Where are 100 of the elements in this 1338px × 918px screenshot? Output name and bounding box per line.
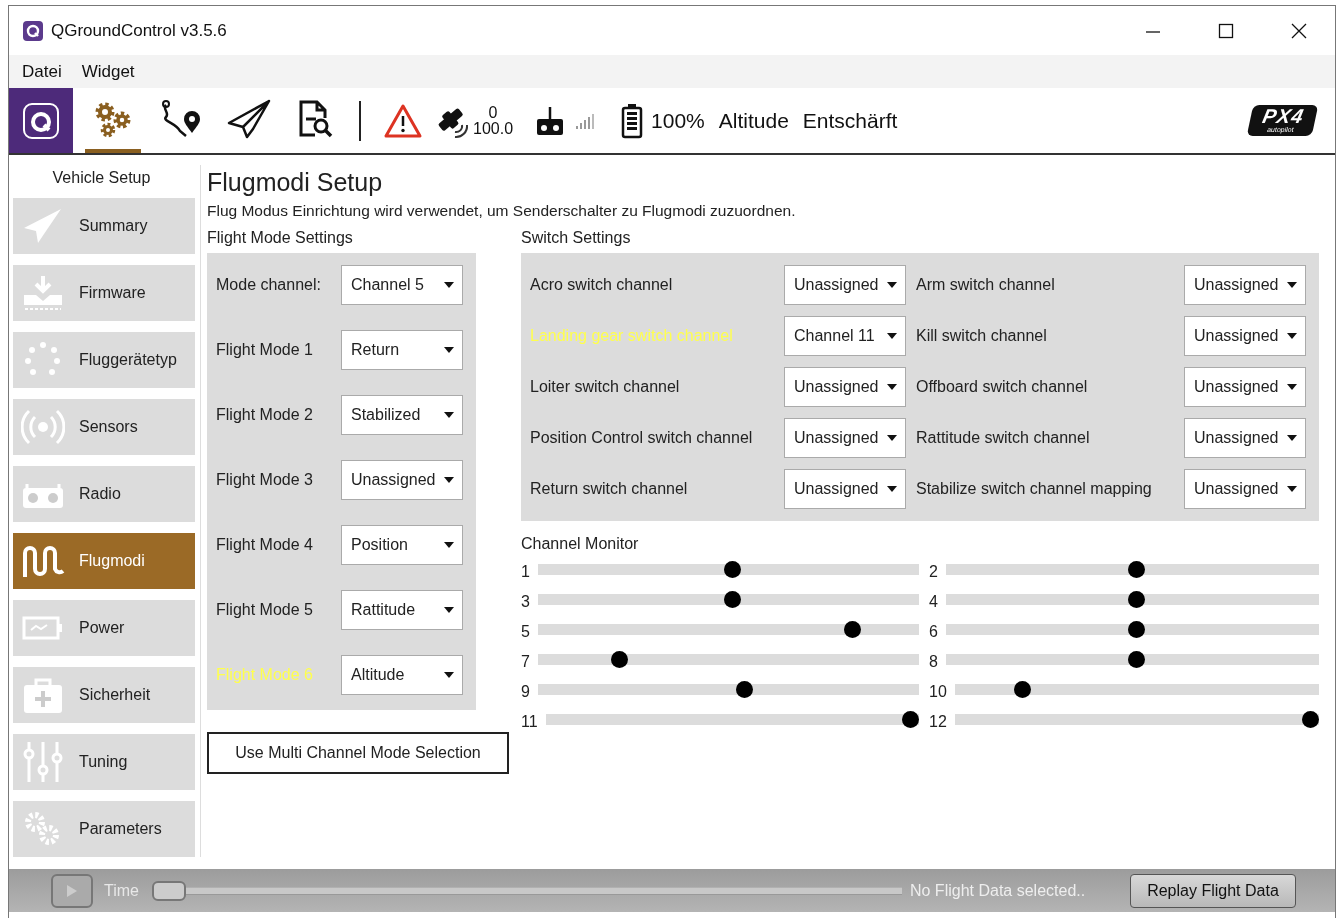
dropdown[interactable]: Channel 5	[341, 265, 463, 305]
download-icon	[21, 273, 65, 313]
flight-mode-label: Flight Mode 5	[216, 601, 314, 619]
sidebar-item[interactable]: Power	[13, 600, 195, 656]
arm-state-indicator[interactable]: Entschärft	[802, 108, 898, 133]
caret-icon	[887, 384, 897, 390]
minimize-icon	[1144, 30, 1161, 33]
dropdown[interactable]: Position	[341, 525, 463, 565]
switch-label: Position Control switch channel	[530, 429, 754, 447]
broadcast-icon	[21, 407, 65, 447]
mode-channel-label: Mode channel:	[216, 276, 322, 294]
sidebar-item[interactable]: Flugmodi	[13, 533, 195, 589]
flight-mode-label: Flight Mode 6	[216, 666, 314, 684]
flight-mode-label: Flight Mode 2	[216, 406, 314, 424]
dropdown[interactable]: Unassigned	[341, 460, 463, 500]
play-button[interactable]	[51, 873, 93, 908]
menu-item[interactable]: Widget	[73, 61, 143, 82]
close-icon	[1290, 22, 1307, 39]
maximize-icon	[1217, 22, 1234, 39]
caret-icon	[1287, 333, 1297, 339]
flight-mode-indicator[interactable]: Altitude	[718, 108, 789, 133]
caret-icon	[1287, 282, 1297, 288]
dropdown[interactable]: Altitude	[341, 655, 463, 695]
sidebar-item[interactable]: Sicherheit	[13, 667, 195, 723]
caret-icon	[444, 607, 454, 613]
switch-label: Landing gear switch channel	[530, 327, 734, 345]
caret-icon	[887, 282, 897, 288]
route-icon	[159, 98, 203, 139]
multi-channel-button[interactable]: Use Multi Channel Mode Selection	[207, 732, 509, 774]
section-heading: Switch Settings	[521, 229, 632, 248]
dropdown[interactable]: Unassigned	[784, 367, 906, 407]
channel-number: 11	[521, 713, 538, 731]
sidebar-item[interactable]: Sensors	[13, 399, 195, 455]
caret-icon	[444, 477, 454, 483]
switch-label: Rattitude switch channel	[915, 429, 1091, 447]
caret-icon	[444, 672, 454, 678]
dropdown[interactable]: Stabilized	[341, 395, 463, 435]
dropdown[interactable]: Unassigned	[1184, 469, 1306, 509]
caret-icon	[1287, 384, 1297, 390]
paper-plane-icon	[227, 98, 271, 139]
switch-label: Offboard switch channel	[915, 378, 1089, 396]
sidebar-header: Vehicle Setup	[51, 168, 152, 188]
switch-label: Loiter switch channel	[530, 378, 681, 396]
channel-number: 5	[521, 623, 530, 641]
sidebar-item[interactable]: Tuning	[13, 734, 195, 790]
caret-icon	[1287, 435, 1297, 441]
flight-mode-label: Flight Mode 3	[216, 471, 314, 489]
caret-icon	[444, 282, 454, 288]
channel-number: 1	[521, 563, 530, 581]
caret-icon	[887, 486, 897, 492]
remote-control-icon	[535, 104, 566, 137]
caret-icon	[444, 542, 454, 548]
dropdown[interactable]: Channel 11	[784, 316, 906, 356]
caret-icon	[1287, 486, 1297, 492]
dropdown[interactable]: Return	[341, 330, 463, 370]
dropdown[interactable]: Unassigned	[784, 418, 906, 458]
caret-icon	[887, 333, 897, 339]
channel-number: 3	[521, 593, 530, 611]
battery-icon	[621, 102, 644, 139]
app-logo-icon	[21, 100, 61, 141]
switch-label: Acro switch channel	[530, 276, 674, 294]
channel-number: 10	[929, 683, 947, 701]
menu-item[interactable]: Datei	[14, 61, 70, 82]
switch-label: Arm switch channel	[915, 276, 1056, 294]
flight-mode-label: Flight Mode 4	[216, 536, 314, 554]
slider-thumb[interactable]	[151, 880, 186, 901]
satellite-count: 0	[488, 104, 498, 121]
app-icon	[23, 20, 43, 41]
dropdown[interactable]: Rattitude	[341, 590, 463, 630]
caret-icon	[444, 347, 454, 353]
caret-icon	[444, 412, 454, 418]
sidebar-item[interactable]: Firmware	[13, 265, 195, 321]
sidebar-item[interactable]: Summary	[13, 198, 195, 254]
dropdown[interactable]: Unassigned	[1184, 367, 1306, 407]
page-title: Flugmodi Setup	[207, 167, 384, 198]
warning-icon	[383, 102, 423, 139]
switch-label: Return switch channel	[530, 480, 689, 498]
channel-number: 12	[929, 713, 947, 731]
page-description: Flug Modus Einrichtung wird verwendet, um Senderschalter zu Flugmodi zuzuordnen.	[207, 201, 797, 221]
channel-number: 8	[929, 653, 938, 671]
switch-label: Kill switch channel	[915, 327, 1048, 345]
caret-icon	[887, 435, 897, 441]
dropdown[interactable]: Unassigned	[784, 469, 906, 509]
dropdown[interactable]: Unassigned	[1184, 316, 1306, 356]
channel-number: 7	[521, 653, 530, 671]
app-menu-button[interactable]	[9, 88, 73, 153]
dropdown[interactable]: Unassigned	[784, 265, 906, 305]
hdop-value: 100.0	[473, 120, 514, 137]
sidebar-item[interactable]: Radio	[13, 466, 195, 522]
section-heading: Channel Monitor	[521, 534, 640, 554]
switch-label: Stabilize switch channel mapping	[915, 480, 1153, 498]
dropdown[interactable]: Unassigned	[1184, 265, 1306, 305]
sidebar-item[interactable]: Parameters	[13, 801, 195, 857]
sliders-icon	[21, 740, 65, 784]
flight-mode-label: Flight Mode 1	[216, 341, 314, 359]
section-heading: Flight Mode Settings	[207, 229, 354, 248]
sidebar-item[interactable]: Fluggerätetyp	[13, 332, 195, 388]
dropdown[interactable]: Unassigned	[1184, 418, 1306, 458]
channel-number: 2	[929, 563, 938, 581]
replay-button[interactable]: Replay Flight Data	[1129, 873, 1296, 908]
